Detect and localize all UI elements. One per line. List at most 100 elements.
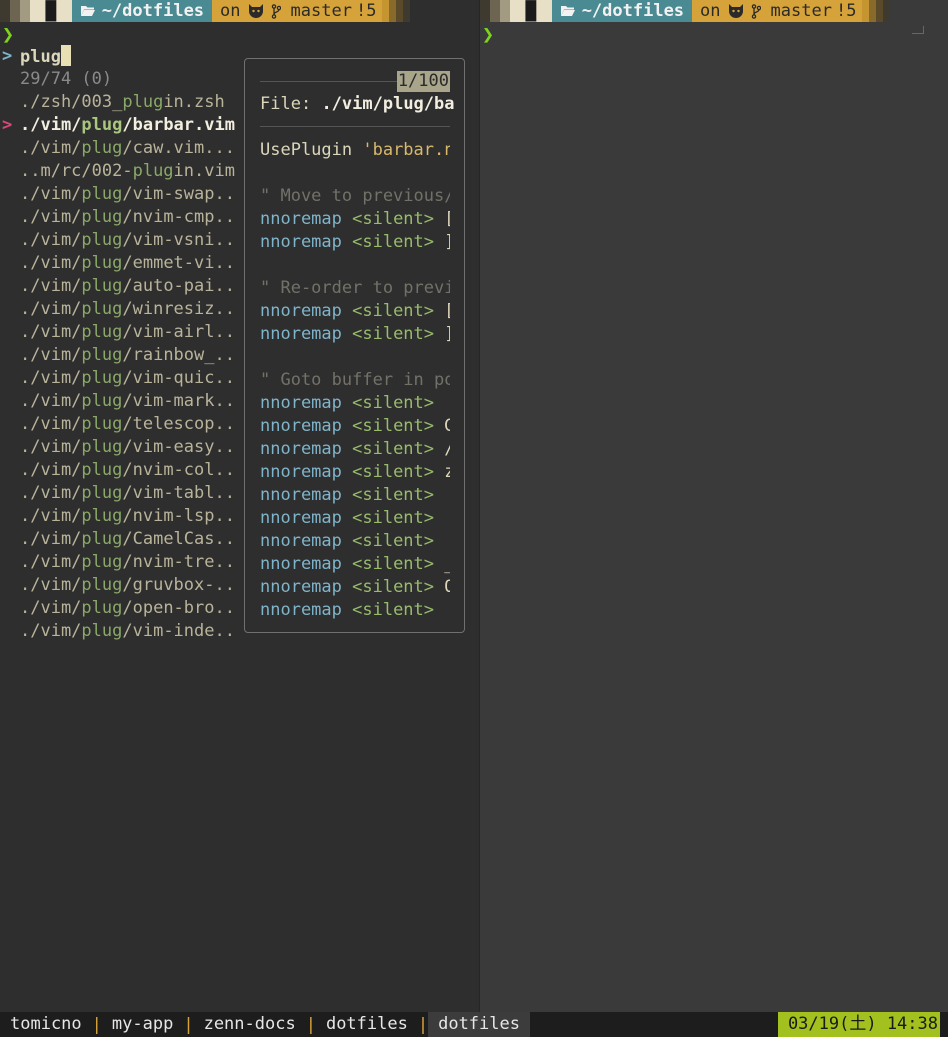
match-highlight: plug [81,299,123,319]
prompt-bar: ▐▌ ~/dotfiles on master !5 [0,0,411,22]
folder-open-icon [560,6,575,16]
window-separator: | [305,1014,316,1035]
finder-result-item[interactable]: ./vim/plug/vim-tabl.. [0,482,240,505]
manjaro-logo-icon: ▐▌ [40,0,62,22]
tmux-window[interactable]: tomicno [0,1012,92,1037]
tmux-window[interactable]: zenn-docs [194,1012,306,1037]
finder-result-item[interactable]: ./vim/plug/nvim-lsp.. [0,505,240,528]
finder-result-item[interactable]: ./vim/plug/vim-airl.. [0,321,240,344]
finder-result-item[interactable]: ./vim/plug/vim-vsni.. [0,229,240,252]
finder-result-item[interactable]: ./vim/plug/nvim-tre.. [0,551,240,574]
finder-result-item[interactable]: ..m/rc/002-plugin.vim [0,160,240,183]
tmux-window[interactable]: my-app [102,1012,183,1037]
directory-segment: ~/dotfiles [71,0,213,22]
preview-code-line: nnoremap <silent> / [260,438,450,461]
preview-code-line: " Re-order to previ [260,277,450,300]
git-status: !5 [355,1,377,21]
code-token: <silent> [352,324,435,344]
result-path-text: ./vim/ [20,483,82,503]
finder-result-item[interactable]: ./vim/plug/gruvbox-.. [0,574,240,597]
preview-code-line: nnoremap <silent> [ [260,300,450,323]
tmux-status-bar: tomicno | my-app | zenn-docs | dotfiles | dotfil… [0,1012,948,1037]
preview-code-line: nnoremap <silent> [260,392,450,415]
finder-result-item[interactable]: ./vim/plug/vim-mark.. [0,390,240,413]
code-token: nnoremap [260,600,353,620]
result-path-text: /vim-vsni.. [122,230,235,250]
finder-result-item[interactable]: ./vim/plug/nvim-cmp.. [0,206,240,229]
finder-result-item[interactable]: ./zsh/003_plugin.zsh [0,91,240,114]
tmux-window[interactable]: dotfiles [316,1012,418,1037]
finder-result-item[interactable]: ./vim/plug/vim-inde.. [0,620,240,643]
code-token: <silent> [352,600,435,620]
code-token: nnoremap [260,232,353,252]
finder-results-list[interactable]: ./zsh/003_plugin.zsh > ./vim/plug/barbar.v… [0,91,240,643]
code-token: 'barbar.n [362,140,450,160]
result-path-text: /CamelCas.. [122,529,235,549]
prompt-stripe [490,0,500,22]
prompt-arrow: ❯ [2,22,15,46]
prompt-tail [862,0,891,22]
result-path-text: /vim-mark.. [122,391,235,411]
result-path-text: ./vim/ [20,184,82,204]
match-highlight: plug [81,138,123,158]
selection-marker: > [2,115,13,135]
preview-top-rule [260,81,400,82]
finder-result-item[interactable]: ./vim/plug/winresiz.. [0,298,240,321]
match-highlight: plug [81,598,123,618]
result-path-text: ./vim/ [20,598,82,618]
finder-prompt-char: > [2,46,13,66]
tmux-window-active[interactable]: dotfiles [428,1012,530,1037]
on-label: on [220,1,241,21]
directory-path: ~/dotfiles [581,1,685,21]
finder-result-item[interactable]: ./vim/plug/vim-quic.. [0,367,240,390]
finder-query-line[interactable]: > plug [0,45,240,68]
match-highlight: plug [81,184,123,204]
finder-result-item[interactable]: ./vim/plug/telescop.. [0,413,240,436]
left-terminal-pane[interactable]: ▐▌ ~/dotfiles on master !5 ❯ > plug 29/7… [0,0,480,1012]
code-token: / [434,439,450,459]
right-terminal-pane[interactable]: ▐▌ ~/dotfiles on master !5 [480,0,948,1012]
code-token: nnoremap [260,416,353,436]
result-path-text: /vim-easy.. [122,437,235,457]
result-path-text: /vim-tabl.. [122,483,235,503]
finder-result-item[interactable]: ./vim/plug/auto-pai.. [0,275,240,298]
result-path-text: /nvim-col.. [122,460,235,480]
result-path-text: /vim-quic.. [122,368,235,388]
on-label: on [700,1,721,21]
finder-result-item[interactable]: ./vim/plug/emmet-vi.. [0,252,240,275]
result-path-text: ./vim/ [20,368,82,388]
result-path-text: /winresiz.. [122,299,235,319]
finder-result-item[interactable]: ./vim/plug/vim-swap.. [0,183,240,206]
code-token: ] [434,232,450,252]
finder-result-item[interactable]: ./vim/plug/nvim-col.. [0,459,240,482]
match-highlight: plug [81,621,123,641]
result-path-text: ./vim/ [20,437,82,457]
fuzzy-finder[interactable]: > plug 29/74 (0) ./zsh/003_plugin.zsh > ./… [0,45,240,643]
finder-result-item[interactable]: ./vim/plug/rainbow_.. [0,344,240,367]
code-token: nnoremap [260,393,353,413]
code-token: <silent> [352,554,435,574]
code-token: <silent> [352,439,435,459]
result-path-text: in.vim [173,161,235,181]
finder-result-item[interactable]: ./vim/plug/caw.vim... [0,137,240,160]
preview-code-line: nnoremap <silent> [260,507,450,530]
result-path-text: /vim-swap.. [122,184,235,204]
result-path-text: /barbar.vim [122,115,235,135]
code-token: G [434,416,450,436]
finder-result-item[interactable]: ./vim/plug/CamelCas.. [0,528,240,551]
finder-query-input[interactable]: plug [20,47,61,67]
code-token: nnoremap [260,439,353,459]
code-token: nnoremap [260,301,353,321]
git-segment: on master !5 [212,0,383,22]
finder-result-item[interactable]: ./vim/plug/open-bro.. [0,597,240,620]
prompt-bar: ▐▌ ~/dotfiles on master !5 [480,0,891,22]
code-token: <silent> [352,209,435,229]
prompt-tail [382,0,411,22]
git-branch: master [770,1,832,21]
finder-result-item[interactable]: ./vim/plug/vim-easy.. [0,436,240,459]
code-token: <silent> [352,301,435,321]
code-token: nnoremap [260,485,353,505]
finder-result-selected[interactable]: > ./vim/plug/barbar.vim [0,114,240,137]
git-status: !5 [835,1,857,21]
code-token: nnoremap [260,531,353,551]
